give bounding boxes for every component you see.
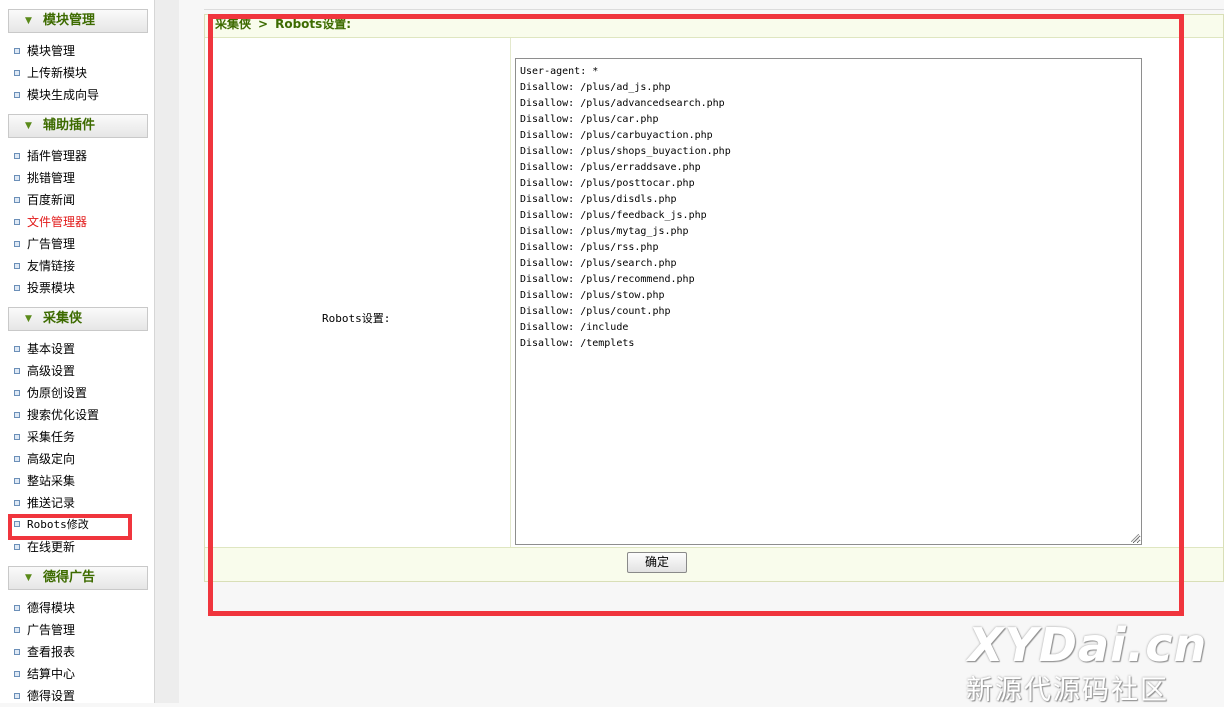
group-title: 德得广告	[43, 570, 96, 585]
sidebar-item-friend-links[interactable]: 友情链接	[14, 255, 75, 277]
sidebar-item-plugin-manager[interactable]: 插件管理器	[14, 145, 87, 167]
sidebar-item-site-collect[interactable]: 整站采集	[14, 470, 75, 492]
breadcrumb-root[interactable]: 采集侠	[215, 17, 251, 31]
group-title: 模块管理	[43, 13, 96, 28]
group-title: 辅助插件	[43, 118, 96, 133]
sidebar-divider-strip	[155, 0, 179, 703]
bullet-icon	[14, 604, 20, 611]
bullet-icon	[14, 389, 20, 396]
sidebar-item-error-report[interactable]: 挑错管理	[14, 167, 75, 189]
bullet-icon	[14, 152, 20, 159]
sidebar-item-advanced-settings[interactable]: 高级设置	[14, 360, 75, 382]
sidebar: ▼ 模块管理 模块管理 上传新模块 模块生成向导 ▼ 辅助插件 插件管理器 挑错…	[0, 0, 155, 703]
robots-textarea[interactable]: User-agent: * Disallow: /plus/ad_js.php …	[515, 58, 1142, 545]
bullet-icon	[14, 196, 20, 203]
top-divider	[204, 9, 1224, 10]
form-footer: 确定	[205, 547, 1223, 581]
chevron-down-icon: ▼	[25, 16, 32, 26]
confirm-button[interactable]: 确定	[627, 552, 687, 573]
sidebar-item-ad-manage[interactable]: 广告管理	[14, 619, 75, 641]
bullet-icon	[14, 455, 20, 462]
bullet-icon	[14, 174, 20, 181]
sidebar-item-view-reports[interactable]: 查看报表	[14, 641, 75, 663]
sidebar-item-dede-settings[interactable]: 德得设置	[14, 685, 75, 707]
group-header-plugins[interactable]: ▼ 辅助插件	[8, 114, 148, 138]
bullet-icon	[14, 477, 20, 484]
chevron-down-icon: ▼	[25, 573, 32, 583]
sidebar-item-ad-management[interactable]: 广告管理	[14, 233, 75, 255]
breadcrumb-separator: >	[258, 17, 269, 31]
sidebar-item-module-management[interactable]: 模块管理	[14, 40, 75, 62]
bullet-icon	[14, 692, 20, 699]
robots-settings-panel: 采集侠 > Robots设置: Robots设置: User-agent: * Di…	[204, 14, 1224, 582]
bullet-icon	[14, 411, 20, 418]
group-header-module-management[interactable]: ▼ 模块管理	[8, 9, 148, 33]
bullet-icon	[14, 433, 20, 440]
sidebar-item-file-manager[interactable]: 文件管理器	[14, 211, 87, 233]
bullet-icon	[14, 218, 20, 225]
sidebar-item-baidu-news[interactable]: 百度新闻	[14, 189, 75, 211]
bullet-icon	[14, 521, 20, 527]
bullet-icon	[14, 626, 20, 633]
robots-label: Robots设置:	[322, 312, 391, 325]
sidebar-item-collect-tasks[interactable]: 采集任务	[14, 426, 75, 448]
bullet-icon	[14, 499, 20, 506]
sidebar-item-online-update[interactable]: 在线更新	[14, 536, 75, 558]
breadcrumb-current: Robots设置:	[275, 17, 352, 31]
sidebar-item-module-wizard[interactable]: 模块生成向导	[14, 84, 99, 106]
sidebar-item-upload-module[interactable]: 上传新模块	[14, 62, 87, 84]
resize-grip-icon[interactable]	[1131, 534, 1139, 542]
bullet-icon	[14, 670, 20, 677]
bullet-icon	[14, 262, 20, 269]
group-title: 采集侠	[43, 311, 83, 326]
bullet-icon	[14, 69, 20, 76]
sidebar-item-robots-edit[interactable]: Robots修改	[14, 514, 89, 536]
sidebar-item-push-records[interactable]: 推送记录	[14, 492, 75, 514]
bullet-icon	[14, 345, 20, 352]
watermark-tagline: 新源代源码社区	[966, 675, 1169, 706]
bullet-icon	[14, 91, 20, 98]
sidebar-item-dede-module[interactable]: 德得模块	[14, 597, 75, 619]
bullet-icon	[14, 648, 20, 655]
chevron-down-icon: ▼	[25, 314, 32, 324]
bullet-icon	[14, 543, 20, 550]
label-cell: Robots设置:	[205, 38, 511, 547]
sidebar-item-seo-settings[interactable]: 搜索优化设置	[14, 404, 99, 426]
sidebar-item-advanced-targeting[interactable]: 高级定向	[14, 448, 75, 470]
group-header-dede-ads[interactable]: ▼ 德得广告	[8, 566, 148, 590]
sidebar-item-vote-module[interactable]: 投票模块	[14, 277, 75, 299]
bullet-icon	[14, 240, 20, 247]
watermark-brand: XYDai.cn	[968, 618, 1208, 672]
sidebar-item-pseudo-original[interactable]: 伪原创设置	[14, 382, 87, 404]
chevron-down-icon: ▼	[25, 121, 32, 131]
breadcrumb: 采集侠 > Robots设置:	[205, 15, 1223, 38]
bullet-icon	[14, 367, 20, 374]
bullet-icon	[14, 284, 20, 291]
group-header-collector[interactable]: ▼ 采集侠	[8, 307, 148, 331]
sidebar-item-settlement[interactable]: 结算中心	[14, 663, 75, 685]
sidebar-item-basic-settings[interactable]: 基本设置	[14, 338, 75, 360]
bullet-icon	[14, 47, 20, 54]
